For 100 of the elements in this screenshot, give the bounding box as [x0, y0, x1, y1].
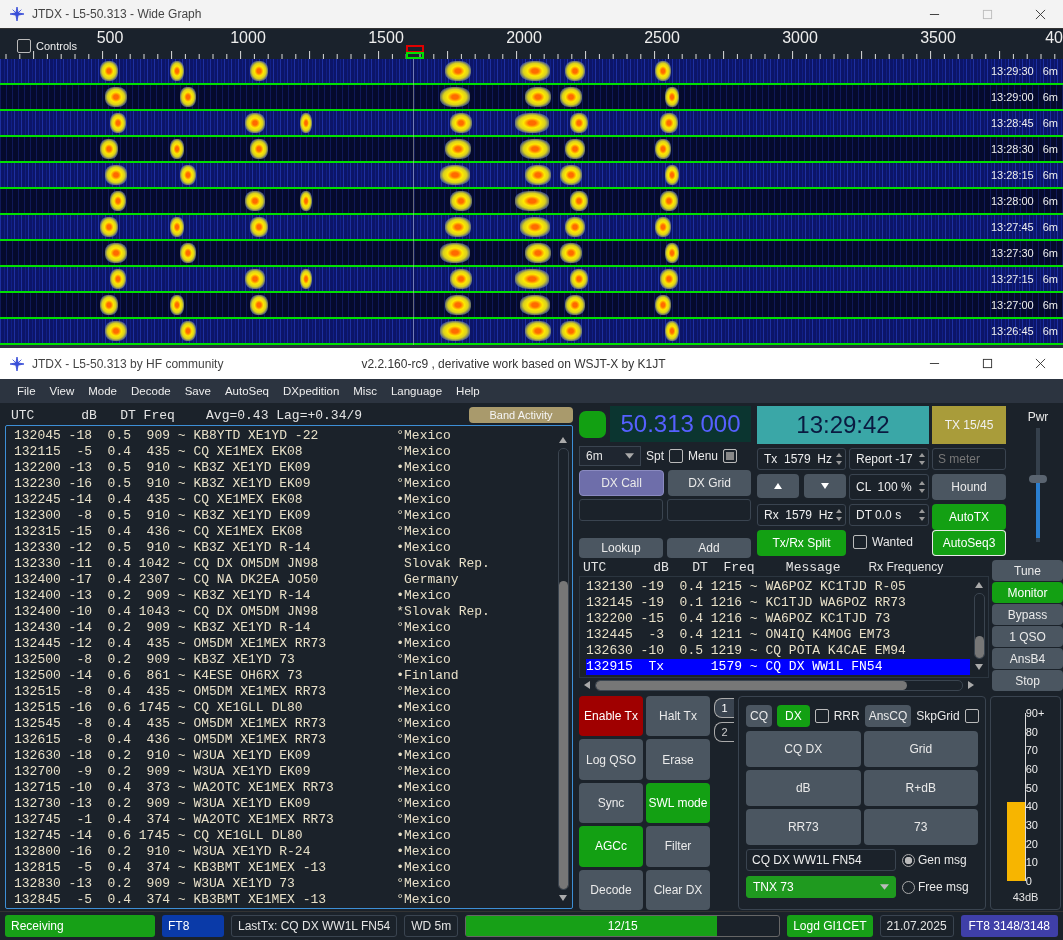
scroll-up-icon[interactable] — [558, 436, 568, 444]
maximize-icon[interactable] — [982, 358, 993, 369]
tab[interactable]: 2 — [714, 722, 734, 742]
s-meter-field[interactable]: S meter — [932, 448, 1006, 470]
close-icon[interactable] — [1035, 8, 1046, 20]
spin-arrows-icon[interactable] — [918, 451, 926, 467]
tx-frequency-spinbox[interactable]: Tx 1579 Hz — [757, 448, 846, 470]
decode-line[interactable]: 132245 -14 0.4 435 ~ CQ XE1MEX EK08 — [14, 492, 397, 508]
decode-line[interactable]: 132200 -13 0.5 910 ~ KB3Z XE1YD EK09 — [14, 460, 397, 476]
decode-line[interactable]: 132400 -17 0.4 2307 ~ CQ NA DK2EA JO50 — [14, 572, 397, 588]
spin-arrows-icon[interactable] — [835, 451, 843, 467]
menu-item[interactable]: Help — [449, 385, 487, 397]
decode-line[interactable]: 132315 -15 0.4 436 ~ CQ XE1MEX EK08 — [14, 524, 397, 540]
side-button[interactable]: Stop — [992, 670, 1063, 691]
side-button[interactable]: Tune — [992, 560, 1063, 581]
side-button[interactable]: Bypass — [992, 604, 1063, 625]
side-button[interactable]: AnsB4 — [992, 648, 1063, 669]
decode-line[interactable]: 132845 -5 0.4 374 ~ KB3BMT XE1MEX -13 — [14, 892, 397, 908]
decode-line[interactable]: 132515 -16 0.6 1745 ~ CQ XE1GLL DL80 — [14, 700, 397, 716]
control-button[interactable]: Log QSO — [579, 739, 643, 780]
spt-checkbox[interactable] — [669, 449, 683, 463]
menu-item[interactable]: Decode — [124, 385, 178, 397]
rrr-checkbox[interactable] — [814, 709, 829, 723]
decode-line[interactable]: 132730 -13 0.2 909 ~ W3UA XE1YD EK09 — [14, 796, 397, 812]
down-button[interactable] — [804, 474, 846, 498]
menu-checkbox[interactable] — [723, 449, 738, 463]
free-message-combo[interactable]: TNX 73 — [746, 876, 896, 898]
hound-button[interactable]: Hound — [932, 474, 1006, 500]
cl-spinbox[interactable]: CL 100 % — [849, 474, 929, 500]
decode-line[interactable]: 132815 -5 0.4 374 ~ KB3BMT XE1MEX -13 — [14, 860, 397, 876]
menu-item[interactable]: AutoSeq — [217, 385, 276, 397]
decode-line[interactable]: 132330 -12 0.5 910 ~ KB3Z XE1YD R-14 — [14, 540, 397, 556]
message-line[interactable]: 132200 -15 0.4 1216 ~ WA6POZ KC1TJD 73 — [586, 611, 970, 627]
up-button[interactable] — [757, 474, 799, 498]
band-combo[interactable]: 6m — [579, 446, 641, 466]
decode-line[interactable]: 132330 -11 0.4 1042 ~ CQ DX OM5DM JN98 — [14, 556, 397, 572]
decode-line[interactable]: 132800 -16 0.2 910 ~ W3UA XE1YD R-24 — [14, 844, 397, 860]
control-button[interactable]: Enable Tx — [579, 696, 643, 737]
control-button[interactable]: Halt Tx — [646, 696, 710, 737]
controls-checkbox[interactable] — [17, 39, 31, 53]
decode-line[interactable]: 132745 -14 0.6 1745 ~ CQ XE1GLL DL80 — [14, 828, 397, 844]
decode-line[interactable]: 132630 -18 0.2 910 ~ W3UA XE1YD EK09 — [14, 748, 397, 764]
decode-line[interactable]: 132745 -1 0.4 374 ~ WA2OTC XE1MEX RR73 — [14, 812, 397, 828]
anscq-button[interactable]: AnsCQ — [864, 705, 912, 727]
gen-msg-radio[interactable] — [902, 853, 915, 867]
dx-grid-field[interactable] — [667, 499, 751, 521]
decode-line[interactable]: 132545 -8 0.4 435 ~ OM5DM XE1MEX RR73 — [14, 716, 397, 732]
decode-line[interactable]: 132700 -9 0.2 909 ~ W3UA XE1YD EK09 — [14, 764, 397, 780]
dx-grid-button[interactable]: DX Grid — [668, 470, 751, 496]
message-line[interactable]: 132445 -3 0.4 1211 ~ ON4IQ K4MOG EM73 — [586, 627, 970, 643]
dx-call-field[interactable] — [579, 499, 663, 521]
scroll-down-icon[interactable] — [558, 894, 568, 902]
decode-line[interactable]: 132430 -14 0.2 909 ~ KB3Z XE1YD R-14 — [14, 620, 397, 636]
scroll-thumb[interactable] — [974, 635, 984, 658]
cq-button[interactable]: CQ — [746, 705, 772, 727]
menu-item[interactable]: DXpedition — [276, 385, 347, 397]
message-line[interactable]: 132630 -10 0.5 1219 ~ CQ POTA K4CAE EM94 — [586, 643, 970, 659]
control-button[interactable]: Filter — [646, 826, 710, 867]
decode-line[interactable]: 132400 -10 0.4 1043 ~ CQ DX OM5DM JN98 — [14, 604, 397, 620]
decode-line[interactable]: 132115 -5 0.4 435 ~ CQ XE1MEX EK08 — [14, 444, 397, 460]
scroll-down-icon[interactable] — [974, 663, 984, 671]
decode-line[interactable]: 132500 -14 0.6 861 ~ K4ESE OH6RX 73 — [14, 668, 397, 684]
control-button[interactable]: Clear DX — [646, 869, 710, 910]
scroll-right-icon[interactable] — [967, 680, 975, 690]
spin-arrows-icon[interactable] — [918, 507, 926, 523]
rx-frequency-spinbox[interactable]: Rx 1579 Hz — [757, 504, 846, 526]
message-button[interactable]: dB — [746, 770, 861, 806]
control-button[interactable]: Decode — [579, 869, 643, 910]
slider-thumb[interactable] — [1029, 474, 1047, 483]
decode-line[interactable]: 132500 -8 0.2 909 ~ KB3Z XE1YD 73 — [14, 652, 397, 668]
free-msg-radio[interactable] — [902, 880, 915, 894]
message-button[interactable]: R+dB — [863, 770, 978, 806]
generated-message-field[interactable]: CQ DX WW1L FN54 — [746, 849, 896, 871]
control-button[interactable]: Erase — [646, 739, 710, 780]
dx-call-button[interactable]: DX Call — [579, 470, 664, 496]
wanted-checkbox[interactable] — [853, 535, 867, 549]
tx-rx-marker-icon[interactable] — [406, 45, 424, 59]
tab[interactable]: 1 — [714, 698, 734, 718]
lookup-button[interactable]: Lookup — [579, 538, 663, 558]
decode-line[interactable]: 132515 -8 0.4 435 ~ OM5DM XE1MEX RR73 — [14, 684, 397, 700]
scroll-left-icon[interactable] — [583, 680, 591, 690]
decode-line[interactable]: 132715 -10 0.4 373 ~ WA2OTC XE1MEX RR73 — [14, 780, 397, 796]
message-button[interactable]: CQ DX — [746, 731, 861, 767]
decode-line[interactable]: 132615 -8 0.4 436 ~ OM5DM XE1MEX RR73 — [14, 732, 397, 748]
side-button[interactable]: 1 QSO — [992, 626, 1063, 647]
menu-item[interactable]: Language — [383, 385, 450, 397]
decode-line[interactable]: 132400 -13 0.2 909 ~ KB3Z XE1YD R-14 — [14, 588, 397, 604]
menu-item[interactable]: Mode — [81, 385, 125, 397]
message-line[interactable]: 132145 -19 0.1 1216 ~ KC1TJD WA6POZ RR73 — [586, 595, 970, 611]
close-icon[interactable] — [1035, 358, 1046, 369]
message-button[interactable]: 73 — [863, 809, 978, 845]
menu-item[interactable]: View — [42, 385, 82, 397]
decode-line[interactable]: 132445 -12 0.4 435 ~ OM5DM XE1MEX RR73 — [14, 636, 397, 652]
decode-line[interactable]: 132045 -18 0.5 909 ~ KB8YTD XE1YD -22 — [14, 428, 397, 444]
skpgrid-checkbox[interactable] — [964, 709, 979, 723]
decode-line[interactable]: 132300 -8 0.5 910 ~ KB3Z XE1YD EK09 — [14, 508, 397, 524]
scroll-thumb[interactable] — [558, 581, 568, 889]
spin-arrows-icon[interactable] — [835, 507, 843, 523]
dt-spinbox[interactable]: DT 0.0 s — [849, 504, 929, 526]
message-line[interactable]: 132130 -19 0.4 1215 ~ WA6POZ KC1TJD R-05 — [586, 579, 970, 595]
